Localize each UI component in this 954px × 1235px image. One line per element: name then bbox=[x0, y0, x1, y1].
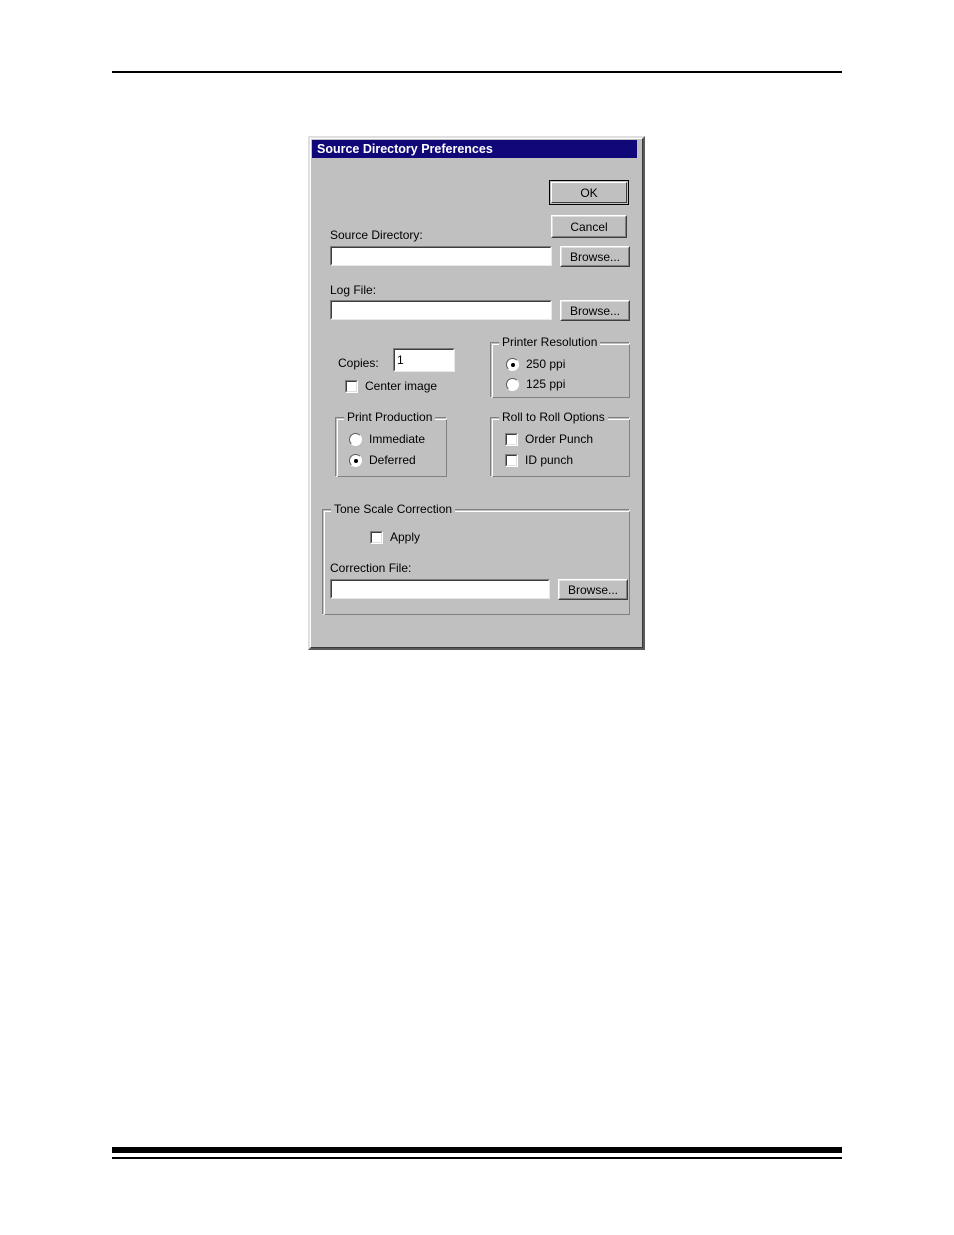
printer-resolution-group-title: Printer Resolution bbox=[499, 336, 601, 349]
print-production-group: Print Production Immediate Deferred bbox=[335, 411, 447, 477]
footer-rule-thick bbox=[112, 1147, 842, 1153]
browse-source-directory-button[interactable]: Browse... bbox=[560, 246, 630, 267]
header-rule bbox=[112, 71, 842, 73]
footer-rule-thin bbox=[112, 1157, 842, 1159]
browse-log-file-button[interactable]: Browse... bbox=[560, 300, 630, 321]
dialog-title: Source Directory Preferences bbox=[317, 142, 493, 156]
radio-circle-icon bbox=[506, 358, 519, 371]
id-punch-label: ID punch bbox=[525, 453, 574, 467]
checkbox-box-icon bbox=[370, 531, 383, 544]
apply-label: Apply bbox=[390, 530, 421, 544]
browse-correction-file-button[interactable]: Browse... bbox=[558, 579, 628, 600]
log-file-label: Log File: bbox=[330, 283, 377, 297]
group-frame bbox=[490, 417, 630, 477]
copies-input[interactable]: 1 bbox=[393, 348, 455, 372]
radio-circle-icon bbox=[349, 433, 362, 446]
roll-to-roll-options-group: Roll to Roll Options Order Punch ID punc… bbox=[490, 411, 630, 477]
roll-to-roll-options-group-title: Roll to Roll Options bbox=[499, 411, 608, 424]
print-production-group-title: Print Production bbox=[344, 411, 436, 424]
printer-resolution-group: Printer Resolution 250 ppi 125 ppi bbox=[490, 336, 630, 398]
dialog-titlebar: Source Directory Preferences bbox=[312, 140, 637, 158]
print-production-deferred-radio[interactable]: Deferred bbox=[349, 454, 416, 467]
printer-resolution-250ppi-radio[interactable]: 250 ppi bbox=[506, 358, 565, 371]
print-production-deferred-label: Deferred bbox=[369, 453, 416, 467]
ok-button[interactable]: OK bbox=[549, 180, 629, 205]
source-directory-input[interactable] bbox=[330, 246, 552, 266]
id-punch-checkbox[interactable]: ID punch bbox=[505, 454, 573, 467]
cancel-button-label: Cancel bbox=[552, 216, 626, 237]
browse-source-directory-label: Browse... bbox=[561, 247, 629, 266]
print-production-immediate-radio[interactable]: Immediate bbox=[349, 433, 425, 446]
tone-scale-correction-group: Tone Scale Correction Apply Correction F… bbox=[322, 503, 630, 615]
ok-button-label: OK bbox=[551, 182, 627, 203]
browse-correction-file-label: Browse... bbox=[559, 580, 627, 599]
checkbox-box-icon bbox=[345, 380, 358, 393]
order-punch-label: Order Punch bbox=[525, 432, 594, 446]
printer-resolution-125ppi-label: 125 ppi bbox=[526, 377, 566, 391]
correction-file-input[interactable] bbox=[330, 579, 550, 599]
dialog-client-area: OK Cancel Source Directory: Browse... Lo… bbox=[312, 158, 637, 644]
checkbox-box-icon bbox=[505, 454, 518, 467]
cancel-button[interactable]: Cancel bbox=[551, 215, 627, 238]
log-file-input[interactable] bbox=[330, 300, 552, 320]
printer-resolution-250ppi-label: 250 ppi bbox=[526, 357, 566, 371]
order-punch-checkbox[interactable]: Order Punch bbox=[505, 433, 593, 446]
center-image-label: Center image bbox=[365, 379, 438, 393]
printer-resolution-125ppi-radio[interactable]: 125 ppi bbox=[506, 378, 565, 391]
copies-label: Copies: bbox=[338, 356, 379, 370]
group-frame bbox=[335, 417, 447, 477]
center-image-checkbox[interactable]: Center image bbox=[345, 380, 437, 393]
source-directory-preferences-dialog: Source Directory Preferences OK Cancel S… bbox=[308, 136, 645, 650]
tone-scale-correction-group-title: Tone Scale Correction bbox=[331, 503, 456, 516]
radio-circle-icon bbox=[506, 378, 519, 391]
source-directory-label: Source Directory: bbox=[330, 228, 423, 242]
correction-file-label: Correction File: bbox=[330, 561, 412, 575]
apply-checkbox[interactable]: Apply bbox=[370, 531, 420, 544]
browse-log-file-label: Browse... bbox=[561, 301, 629, 320]
radio-circle-icon bbox=[349, 454, 362, 467]
print-production-immediate-label: Immediate bbox=[369, 432, 426, 446]
checkbox-box-icon bbox=[505, 433, 518, 446]
